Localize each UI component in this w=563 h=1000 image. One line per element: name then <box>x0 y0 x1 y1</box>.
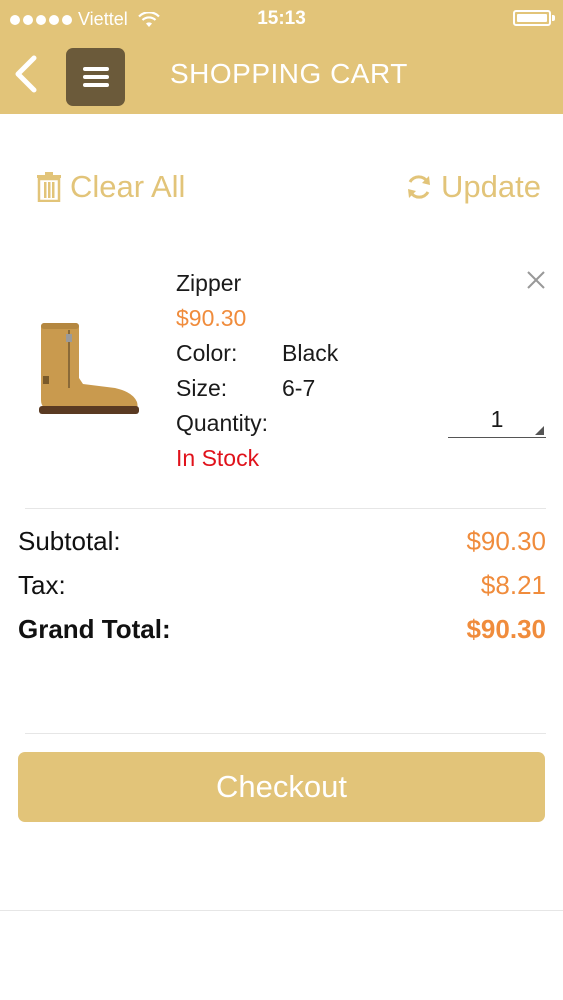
size-label: Size: <box>176 375 228 401</box>
menu-button[interactable] <box>66 48 125 106</box>
refresh-icon <box>408 175 431 199</box>
divider <box>25 733 546 734</box>
update-label: Update <box>441 169 541 204</box>
tax-label: Tax: <box>18 570 66 600</box>
stock-status: In Stock <box>176 445 260 471</box>
quantity-select[interactable]: 1 <box>448 404 546 438</box>
subtotal-label: Subtotal: <box>18 526 121 556</box>
clear-all-button[interactable]: Clear All <box>36 168 185 206</box>
divider <box>25 508 546 509</box>
quantity-value: 1 <box>490 406 504 432</box>
grand-total-row: Grand Total: $90.30 <box>18 614 546 645</box>
battery-icon <box>513 10 555 26</box>
size-value: 6-7 <box>282 375 316 401</box>
divider <box>0 910 563 911</box>
quantity-label: Quantity: <box>176 410 269 436</box>
dropdown-arrow-icon <box>535 426 544 435</box>
status-bar: Viettel 15:13 <box>0 0 563 38</box>
app-header: Viettel 15:13 SHOPPING CART <box>0 0 563 114</box>
page-title: SHOPPING CART <box>170 58 408 89</box>
product-name: Zipper <box>176 270 242 296</box>
product-price: $90.30 <box>176 305 247 331</box>
grand-total-value: $90.30 <box>466 614 546 644</box>
product-image <box>39 323 139 414</box>
quantity-underline <box>448 437 546 438</box>
trash-icon <box>37 172 61 202</box>
clear-all-label: Clear All <box>70 169 186 204</box>
subtotal-value: $90.30 <box>466 526 546 556</box>
color-label: Color: <box>176 340 238 366</box>
color-value: Black <box>282 340 339 366</box>
tax-row: Tax: $8.21 <box>18 570 546 601</box>
remove-item-button[interactable] <box>524 268 548 292</box>
back-button[interactable] <box>10 52 46 96</box>
subtotal-row: Subtotal: $90.30 <box>18 526 546 557</box>
tax-value: $8.21 <box>480 570 546 600</box>
checkout-button[interactable]: Checkout <box>18 752 545 822</box>
chevron-left-icon <box>15 55 37 93</box>
status-time: 15:13 <box>257 8 306 29</box>
grand-total-label: Grand Total: <box>18 614 171 644</box>
update-button[interactable]: Update <box>405 168 541 206</box>
